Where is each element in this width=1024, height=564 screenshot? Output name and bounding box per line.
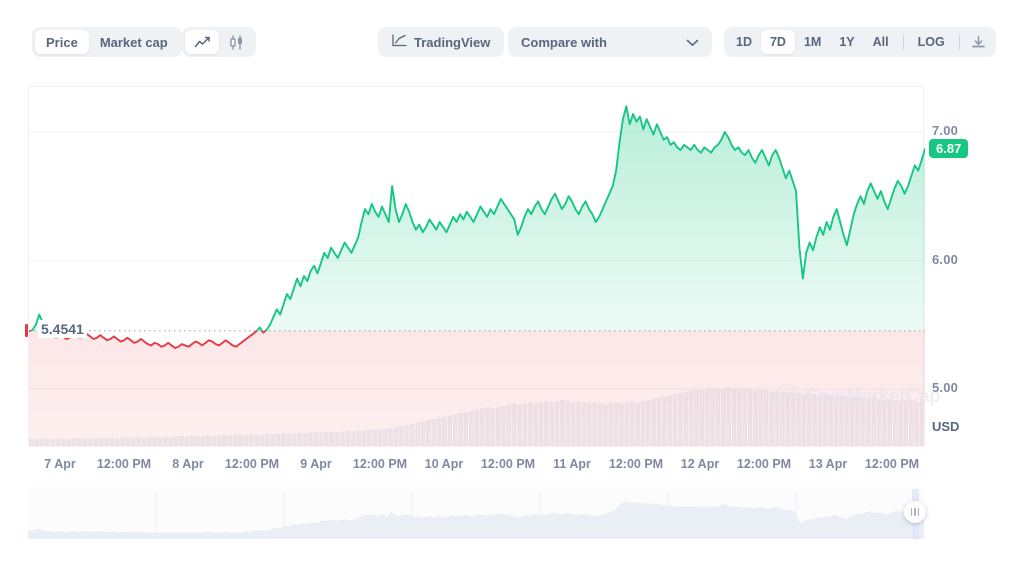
open-price-marker — [25, 323, 28, 337]
x-axis-label: 11 Apr — [553, 457, 591, 471]
y-axis-label: 7.00 — [932, 123, 959, 138]
compare-with-dropdown[interactable]: Compare with — [508, 27, 712, 57]
current-price-badge: 6.87 — [929, 138, 969, 158]
x-axis-label: 12:00 PM — [736, 457, 792, 471]
price-chart-svg — [29, 105, 925, 447]
x-axis-label: 12:00 PM — [864, 457, 920, 471]
chart-navigator[interactable] — [28, 487, 926, 539]
range-1y[interactable]: 1Y — [830, 30, 863, 54]
open-price-label: 5.4541 — [38, 319, 87, 338]
price-marketcap-toggle: Price Market cap — [32, 27, 182, 57]
tab-price[interactable]: Price — [35, 30, 89, 54]
range-1m[interactable]: 1M — [795, 30, 830, 54]
x-axis-label: 10 Apr — [424, 457, 464, 471]
divider — [958, 34, 960, 50]
tradingview-label: TradingView — [414, 34, 491, 50]
tab-market-cap[interactable]: Market cap — [89, 30, 179, 54]
x-axis-label: 12 Apr — [680, 457, 720, 471]
x-axis-label: 13 Apr — [808, 457, 848, 471]
log-scale-toggle[interactable]: LOG — [909, 30, 954, 54]
x-axis-label: 12:00 PM — [480, 457, 536, 471]
x-axis-label: 12:00 PM — [352, 457, 408, 471]
line-chart-icon[interactable] — [185, 30, 219, 54]
y-axis-label: 5.00 — [932, 380, 959, 396]
x-axis-label: 7 Apr — [44, 457, 76, 471]
tradingview-button[interactable]: TradingView — [378, 27, 505, 57]
x-axis-label: 8 Apr — [172, 457, 204, 471]
price-chart-plot[interactable]: CoinMarketCap — [28, 86, 941, 447]
chevron-down-icon — [686, 35, 699, 50]
x-axis-label: 12:00 PM — [224, 457, 280, 471]
drag-handle-icon[interactable] — [904, 501, 926, 523]
compare-with-label: Compare with — [521, 34, 607, 50]
navigator-svg — [28, 491, 924, 539]
x-axis-label: 9 Apr — [300, 457, 332, 471]
time-range-selector: 1D 7D 1M 1Y All LOG — [724, 27, 996, 57]
download-icon[interactable] — [965, 30, 993, 54]
candlestick-chart-icon[interactable] — [219, 30, 253, 54]
chart-toolbar: Price Market cap TradingView Compare wit… — [0, 0, 1024, 84]
range-7d[interactable]: 7D — [760, 30, 795, 54]
currency-label: USD — [932, 419, 960, 434]
y-axis-label: 6.00 — [932, 251, 959, 267]
range-all[interactable]: All — [864, 30, 898, 54]
x-axis-label: 12:00 PM — [608, 457, 664, 471]
x-axis-label: 12:00 PM — [96, 457, 152, 471]
divider — [902, 34, 904, 50]
chart-type-toggle — [182, 27, 256, 57]
tradingview-icon — [392, 34, 407, 50]
range-1d[interactable]: 1D — [727, 30, 761, 54]
